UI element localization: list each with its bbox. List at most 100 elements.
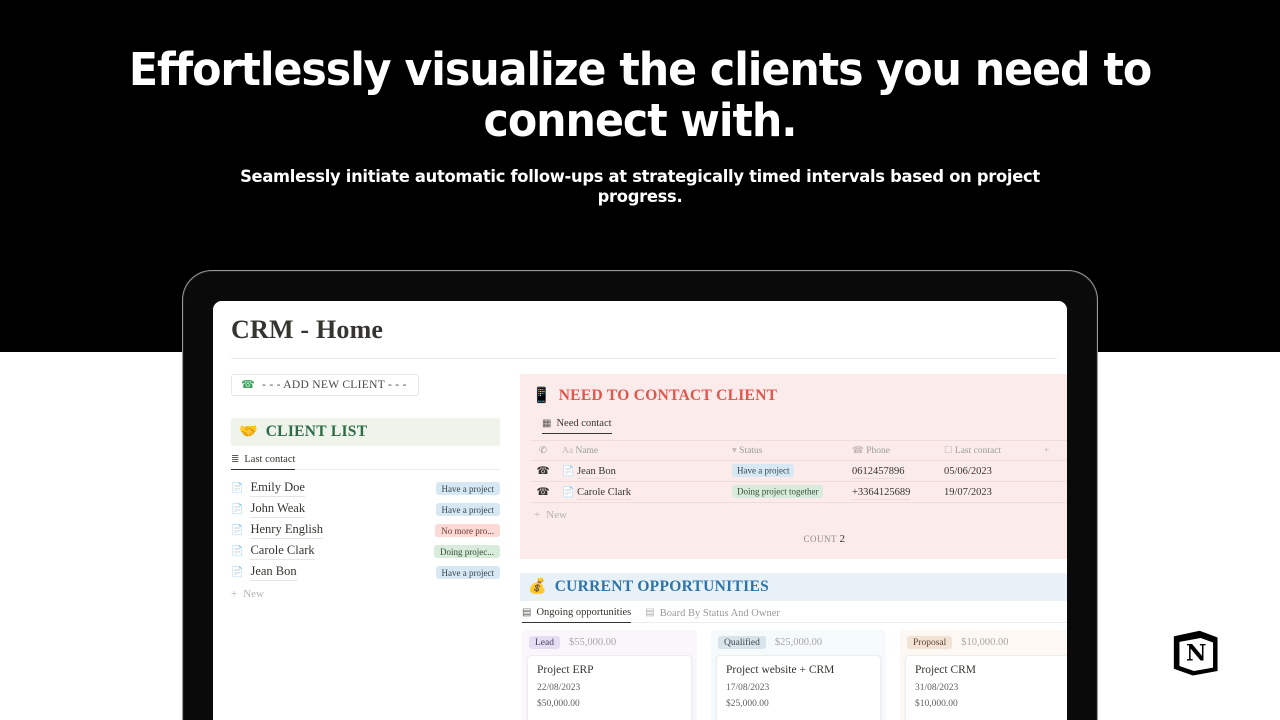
col-header-status[interactable]: ▾ Status (726, 440, 846, 461)
tablet-screen: CRM - Home ☎ - - - ADD NEW CLIENT - - - … (213, 301, 1067, 720)
row-phone-cell: +3364125689 (846, 481, 938, 503)
row-name: Carole Clark (577, 486, 632, 500)
row-phone: +3364125689 (852, 486, 911, 500)
tab-ongoing-opportunities[interactable]: ▤ Ongoing opportunities (522, 606, 632, 623)
board-view-icon: ▤ (522, 606, 532, 618)
tab-last-contact-label: Last contact (244, 454, 296, 465)
table-view-icon: ▦ (542, 417, 552, 429)
row-name-cell: 📄 Carole Clark (556, 481, 726, 503)
status-badge: Have a project (732, 464, 795, 477)
add-new-client-button[interactable]: ☎ - - - ADD NEW CLIENT - - - (231, 374, 419, 396)
tab-need-contact[interactable]: ▦ Need contact (542, 418, 612, 434)
client-name: John Weak (250, 501, 306, 518)
col-header-name-label: Name (575, 445, 599, 456)
client-list-view-tabs: ≣ Last contact (231, 454, 500, 470)
list-view-icon: ≣ (231, 453, 240, 465)
need-contact-new-label: New (546, 509, 567, 521)
col-header-call[interactable]: ✆ (530, 440, 556, 461)
notion-logo-icon: N (1173, 630, 1218, 676)
tab-last-contact[interactable]: ≣ Last contact (231, 453, 296, 470)
hero-title: Effortlessly visualize the clients you n… (128, 43, 1152, 147)
add-column-button[interactable]: + (1038, 440, 1064, 461)
kanban-column-header: Qualified $25,000.00 (716, 636, 881, 655)
status-badge: Have a project (435, 482, 500, 495)
kanban-card-date: 22/08/2023 (537, 683, 581, 693)
opportunities-body: ▤ Ongoing opportunities ▤ Board By Statu… (520, 607, 1067, 720)
row-spacer-1 (1038, 481, 1064, 503)
handshake-emoji: 🤝 (239, 423, 258, 440)
col-header-phone-label: Phone (866, 446, 890, 456)
need-contact-view-tabs: ▦ Need contact (542, 418, 1067, 434)
kanban-column-inner: Qualified $25,000.00 Project website + C… (711, 630, 886, 720)
client-list-rows: 📄 Emily Doe Have a project 📄 John Weak H… (231, 478, 500, 600)
tab-ongoing-opportunities-label: Ongoing opportunities (536, 607, 632, 618)
row-spacer-2 (1064, 460, 1067, 482)
status-badge: Doing projec... (434, 545, 500, 558)
kanban-card-title: Project website + CRM (726, 664, 835, 676)
col-header-name[interactable]: Aa Name (556, 440, 726, 461)
list-item[interactable]: 📄 Henry English No more pro... (231, 520, 500, 541)
list-item[interactable]: 📄 Emily Doe Have a project (231, 478, 500, 499)
status-badge: Have a project (435, 566, 500, 579)
row-status-cell: Have a project (726, 460, 846, 482)
kanban-card-date: 17/08/2023 (726, 683, 770, 693)
kanban-status-badge: Qualified (718, 636, 766, 649)
kanban-card[interactable]: Project website + CRM 17/08/2023 $25,000… (716, 655, 881, 720)
kanban-column-lead: Lead $55,000.00 Project ERP 22/08/2023 $… (522, 630, 697, 720)
page-title: CRM - Home (231, 315, 384, 344)
need-to-contact-heading: NEED TO CONTACT CLIENT (558, 387, 778, 404)
list-item[interactable]: 📄 Jean Bon Have a project (231, 562, 500, 583)
kanban-card-amount: $50,000.00 (537, 699, 580, 709)
need-contact-new-row[interactable]: + New (534, 509, 1067, 521)
kanban-card-title: Project ERP (537, 664, 594, 676)
table-row[interactable]: ☎ 📄 Jean Bon Have a project 0612457896 0… (530, 460, 1067, 482)
kanban-card-amount: $25,000.00 (726, 699, 769, 709)
col-header-phone[interactable]: ☎ Phone (846, 440, 938, 461)
document-icon: 📄 (562, 465, 575, 477)
board-view-icon: ▤ (645, 607, 655, 618)
row-last-contact-cell: 19/07/2023 (938, 481, 1038, 503)
row-phone: 0612457896 (852, 465, 905, 479)
kanban-column-qualified: Qualified $25,000.00 Project website + C… (711, 630, 886, 720)
count-value: 2 (839, 533, 846, 545)
current-opportunities-panel: 💰 CURRENT OPPORTUNITIES (520, 573, 1067, 601)
tab-board-by-status-and-owner[interactable]: ▤ Board By Status And Owner (645, 608, 780, 623)
col-header-status-label: Status (739, 446, 763, 456)
kanban-card[interactable]: Project ERP 22/08/2023 $50,000.00 (527, 655, 692, 720)
kanban-status-badge: Proposal (907, 636, 953, 649)
kanban-card-amount: $10,000.00 (915, 699, 958, 709)
document-icon: 📄 (231, 482, 244, 494)
kanban-column-header: Proposal $10,000.00 (905, 636, 1067, 655)
col-header-last-contact[interactable]: ☐ Last contact (938, 440, 1038, 461)
kanban-card[interactable]: Project CRM 31/08/2023 $10,000.00 (905, 655, 1067, 720)
right-column: 📱 NEED TO CONTACT CLIENT ▦ Need contact (500, 374, 1067, 720)
need-to-contact-banner: 📱 NEED TO CONTACT CLIENT (530, 382, 1067, 410)
client-name: Emily Doe (250, 480, 305, 497)
need-to-contact-panel: 📱 NEED TO CONTACT CLIENT ▦ Need contact (520, 374, 1067, 559)
left-column: ☎ - - - ADD NEW CLIENT - - - 🤝 CLIENT LI… (213, 374, 500, 720)
add-new-client-row[interactable]: + New (231, 588, 500, 600)
row-call-icon[interactable]: ☎ (530, 481, 556, 503)
document-icon: 📄 (231, 524, 244, 536)
money-bag-emoji: 💰 (528, 578, 547, 595)
list-item[interactable]: 📄 Carole Clark Doing projec... (231, 541, 500, 562)
kanban-status-badge: Lead (529, 636, 560, 649)
add-new-client-label: - - - ADD NEW CLIENT - - - (262, 379, 407, 391)
client-name: Carole Clark (250, 543, 315, 560)
client-list-banner: 🤝 CLIENT LIST (231, 418, 500, 446)
kanban-card-date: 31/08/2023 (915, 683, 959, 693)
phone-ring-icon: ✆ (539, 446, 547, 456)
row-status-cell: Doing project together (726, 481, 846, 503)
row-call-icon[interactable]: ☎ (530, 460, 556, 482)
table-more-options-button[interactable]: ··· (1064, 440, 1067, 461)
phone-icon: ☎ (241, 378, 256, 391)
table-row[interactable]: ☎ 📄 Carole Clark Doing project together (530, 481, 1067, 503)
status-badge: No more pro... (435, 524, 500, 537)
list-item[interactable]: 📄 John Weak Have a project (231, 499, 500, 520)
row-name-cell: 📄 Jean Bon (556, 460, 726, 482)
document-icon: 📄 (562, 486, 575, 498)
client-name: Henry English (250, 522, 324, 539)
row-spacer-2 (1064, 481, 1067, 503)
kanban-column-sum: $10,000.00 (961, 637, 1009, 648)
notion-page: CRM - Home ☎ - - - ADD NEW CLIENT - - - … (213, 301, 1067, 720)
